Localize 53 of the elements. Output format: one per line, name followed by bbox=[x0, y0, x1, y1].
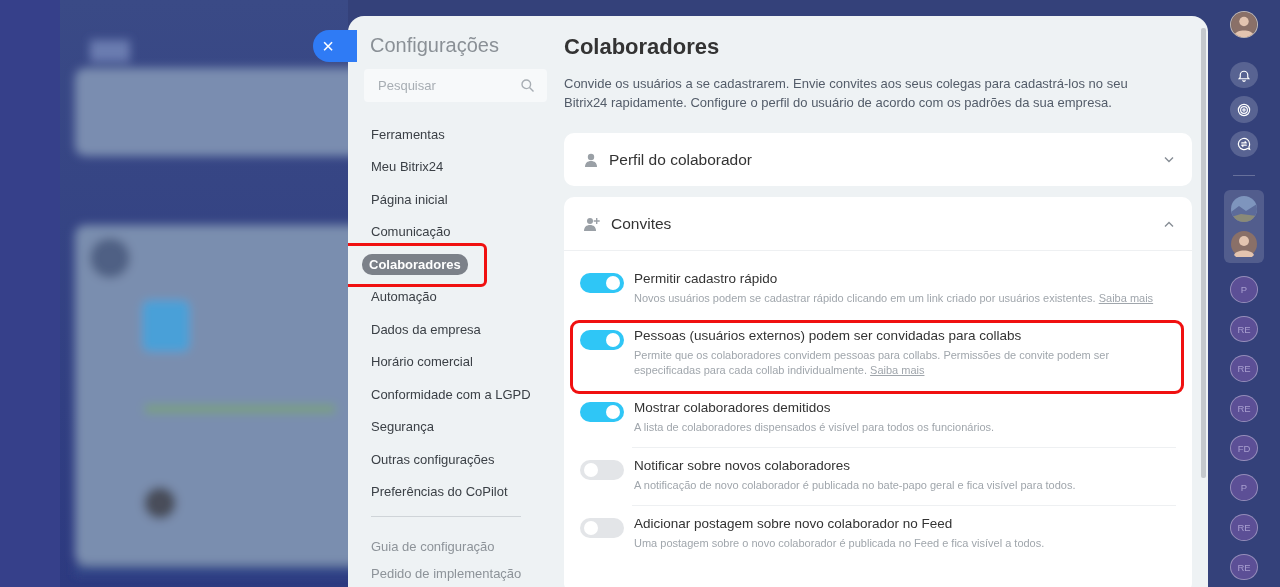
menu-item[interactable]: Automação bbox=[364, 280, 444, 313]
menu-item[interactable]: Dados da empresa bbox=[364, 313, 488, 346]
option-label: Adicionar postagem sobre novo colaborador no Feed bbox=[634, 516, 954, 531]
person-icon bbox=[584, 152, 598, 167]
menu-item[interactable]: Página inicial bbox=[364, 183, 455, 216]
option-description: A notificação de novo colaborador é publicada no bate-papo geral e fica visível para todos. bbox=[634, 478, 1076, 493]
option-label: Pessoas (usuários externos) podem ser convidadas para collabs bbox=[634, 328, 1023, 343]
section-title: Convites bbox=[611, 214, 673, 233]
search-field[interactable]: Pesquisar bbox=[364, 69, 547, 102]
chat-avatar[interactable]: FD bbox=[1230, 434, 1258, 462]
search-icon bbox=[521, 79, 534, 92]
toggle-switch[interactable] bbox=[580, 460, 624, 480]
menu-item[interactable]: Outras configurações bbox=[364, 443, 502, 476]
chat-avatar[interactable]: RE bbox=[1230, 315, 1258, 343]
toggle-switch[interactable] bbox=[580, 273, 624, 293]
page-title: Colaboradores bbox=[564, 34, 721, 60]
toggle-switch[interactable] bbox=[580, 330, 624, 350]
footer-link[interactable]: Guia de configuração bbox=[364, 533, 548, 560]
user-avatar[interactable] bbox=[1230, 11, 1258, 38]
chat-avatar[interactable]: P bbox=[1230, 474, 1258, 502]
menu-item[interactable]: Comunicação bbox=[364, 215, 458, 248]
section-title: Perfil do colaborador bbox=[609, 150, 754, 169]
chat-avatar[interactable]: RE bbox=[1230, 355, 1258, 383]
panel-title: Configurações bbox=[370, 34, 500, 57]
option-label: Notificar sobre novos colaboradores bbox=[634, 458, 852, 473]
menu-item[interactable]: Conformidade com a LGPD bbox=[364, 378, 538, 411]
option-description: Novos usuários podem se cadastrar rápido clicando em um link criado por usuários existentes. Saiba mais bbox=[634, 291, 1154, 306]
section-header[interactable]: Perfil do colaborador bbox=[564, 133, 1192, 186]
option-description: Uma postagem sobre o novo colaborador é publicada no Feed e fica visível a todos. bbox=[634, 536, 1045, 551]
learn-more-link[interactable]: Saiba mais bbox=[870, 364, 925, 376]
menu-item[interactable]: Ferramentas bbox=[364, 118, 452, 151]
option-description: Permite que os colaboradores convidem pessoas para collabs. Permissões de convite podem ser especificadas para cada collab individualmente. Saiba mais bbox=[634, 348, 1111, 378]
menu-item[interactable]: Preferências do CoPilot bbox=[364, 475, 515, 508]
chat-avatar[interactable]: RE bbox=[1230, 553, 1258, 581]
learn-more-link[interactable]: Saiba mais bbox=[1098, 292, 1154, 304]
chat-avatar[interactable]: RE bbox=[1230, 395, 1258, 422]
menu-item[interactable]: Segurança bbox=[364, 410, 441, 443]
menu-item[interactable]: Horário comercial bbox=[364, 345, 480, 378]
toggle-switch[interactable] bbox=[580, 518, 624, 538]
toggle-switch[interactable] bbox=[580, 402, 624, 422]
chat-avatar[interactable]: RE bbox=[1230, 514, 1258, 541]
menu-item[interactable]: Meu Bitrix24 bbox=[364, 150, 451, 183]
scrollbar[interactable] bbox=[1201, 28, 1206, 478]
page-description: Convide os usuários a se cadastrarem. Envie convites aos seus colegas para cadastrá-los no seu Bitrix24 rapidamente. Configure o perfil do usuário de acordo com os padrões da sua empresa. bbox=[564, 75, 1129, 112]
footer-link[interactable]: Pedido de implementação bbox=[364, 560, 548, 587]
option-description: A lista de colaboradores dispensados é visível para todos os funcionários. bbox=[634, 420, 995, 435]
option-label: Permitir cadastro rápido bbox=[634, 271, 779, 286]
contact-avatar[interactable] bbox=[1231, 231, 1257, 258]
chat-avatar[interactable]: P bbox=[1230, 275, 1258, 303]
option-label: Mostrar colaboradores demitidos bbox=[634, 400, 832, 415]
close-button[interactable]: × bbox=[313, 30, 357, 62]
person-add-icon bbox=[584, 216, 600, 231]
section-header[interactable]: Convites bbox=[564, 197, 1192, 250]
